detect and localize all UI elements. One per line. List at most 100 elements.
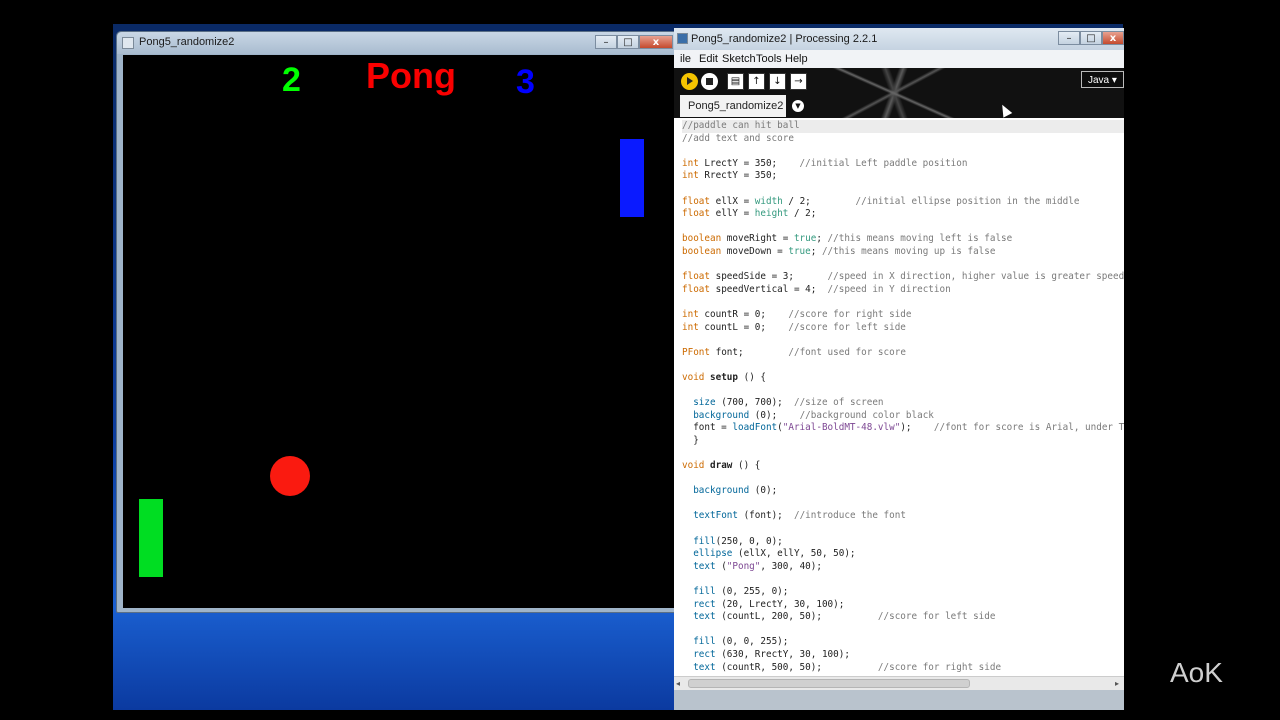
code-line[interactable] <box>682 334 1124 347</box>
code-token: float <box>682 208 710 220</box>
save-sketch-button[interactable]: ↓ <box>769 73 786 90</box>
code-token: //this means moving left is false <box>827 233 1013 245</box>
minimize-icon[interactable]: – <box>595 35 617 49</box>
code-line[interactable]: ellipse (ellX, ellY, 50, 50); <box>682 548 1124 561</box>
code-line[interactable]: float speedVertical = 4; //speed in Y di… <box>682 284 1124 297</box>
code-line[interactable]: text (countL, 200, 50); //score for left… <box>682 611 1124 624</box>
open-sketch-button[interactable]: ↑ <box>748 73 765 90</box>
code-line[interactable]: float ellX = width / 2; //initial ellips… <box>682 196 1124 209</box>
code-line[interactable]: rect (630, RrectY, 30, 100); <box>682 649 1124 662</box>
code-line[interactable] <box>682 145 1124 158</box>
code-line[interactable] <box>682 259 1124 272</box>
code-token: boolean <box>682 245 722 257</box>
close-icon[interactable]: x <box>1102 31 1124 45</box>
horizontal-scrollbar[interactable]: ◂ ▸ <box>674 676 1124 691</box>
code-line[interactable]: int countR = 0; //score for right side <box>682 309 1124 322</box>
code-line[interactable]: font = loadFont("Arial-BoldMT-48.vlw"); … <box>682 422 1124 435</box>
maximize-icon[interactable]: □ <box>617 35 639 49</box>
code-line[interactable] <box>682 447 1124 460</box>
code-line[interactable]: size (700, 700); //size of screen <box>682 397 1124 410</box>
code-line[interactable]: int RrectY = 350; <box>682 170 1124 183</box>
code-token: ellipse <box>693 548 733 560</box>
code-token: (0, 255, 0); <box>715 585 789 597</box>
code-line[interactable] <box>682 384 1124 397</box>
menu-sketch[interactable]: Sketch <box>722 53 756 65</box>
code-token: //paddle can hit ball <box>682 120 800 131</box>
code-token: boolean <box>682 233 722 245</box>
code-token: PFont <box>682 346 710 358</box>
code-line[interactable] <box>682 523 1124 536</box>
code-line[interactable]: PFont font; //font used for score <box>682 347 1124 360</box>
code-token: //initial ellipse position in the middle <box>855 195 1080 207</box>
code-line[interactable]: fill (0, 0, 255); <box>682 636 1124 649</box>
scroll-right-icon[interactable]: ▸ <box>1115 679 1119 688</box>
code-line[interactable] <box>682 473 1124 486</box>
ide-titlebar[interactable]: Pong5_randomize2 | Processing 2.2.1 – □ … <box>674 28 1124 50</box>
code-token: fill <box>693 585 716 597</box>
code-line[interactable] <box>682 359 1124 372</box>
code-line[interactable]: background (0); <box>682 485 1124 498</box>
code-line[interactable]: //paddle can hit ball <box>682 120 1124 133</box>
tab-sketch[interactable]: Pong5_randomize2 <box>680 95 786 117</box>
code-line[interactable] <box>682 183 1124 196</box>
menu-edit[interactable]: Edit <box>699 53 718 65</box>
stop-button[interactable] <box>701 73 718 90</box>
sketch-titlebar[interactable]: Pong5_randomize2 – □ x <box>117 32 678 54</box>
code-line[interactable]: int countL = 0; //score for left side <box>682 322 1124 335</box>
code-text[interactable]: //paddle can hit ball //add text and scor… <box>682 120 1124 674</box>
menu-tools[interactable]: Tools <box>756 53 782 65</box>
code-line[interactable]: text (countR, 500, 50); //score for righ… <box>682 662 1124 675</box>
code-token: float <box>682 271 710 283</box>
code-token: font = <box>682 422 733 434</box>
code-line[interactable] <box>682 498 1124 511</box>
code-line[interactable] <box>682 624 1124 637</box>
code-token: background <box>693 409 750 421</box>
game-canvas[interactable]: 2 Pong 3 <box>123 55 674 608</box>
minimize-icon[interactable]: – <box>1058 31 1080 45</box>
code-token: //font used for score <box>788 346 906 358</box>
tab-menu-arrow-icon[interactable]: ▼ <box>792 100 804 112</box>
code-line[interactable] <box>682 221 1124 234</box>
code-line[interactable]: } <box>682 435 1124 448</box>
new-sketch-button[interactable]: ▤ <box>727 73 744 90</box>
code-line[interactable]: boolean moveRight = true; //this means m… <box>682 233 1124 246</box>
code-line[interactable]: float speedSide = 3; //speed in X direct… <box>682 271 1124 284</box>
code-line[interactable]: int LrectY = 350; //initial Left paddle … <box>682 158 1124 171</box>
code-token: LrectY = 350; <box>698 157 800 169</box>
code-token: //introduce the font <box>793 510 906 522</box>
mode-selector[interactable]: Java ▾ <box>1081 71 1124 88</box>
code-line[interactable]: background (0); //background color black <box>682 410 1124 423</box>
code-editor[interactable]: //paddle can hit ball //add text and scor… <box>674 118 1124 688</box>
code-line[interactable]: boolean moveDown = true; //this means mo… <box>682 246 1124 259</box>
code-token: float <box>682 283 710 295</box>
menu-help[interactable]: Help <box>785 53 808 65</box>
code-line[interactable]: text ("Pong", 300, 40); <box>682 561 1124 574</box>
code-line[interactable]: textFont (font); //introduce the font <box>682 510 1124 523</box>
run-button[interactable] <box>681 73 698 90</box>
code-token: (20, LrectY, 30, 100); <box>715 598 845 610</box>
code-token: ellY = <box>710 208 755 220</box>
code-line[interactable]: void setup () { <box>682 372 1124 385</box>
close-icon[interactable]: x <box>639 35 673 49</box>
menu-file[interactable]: ile <box>680 53 691 65</box>
code-line[interactable]: fill(250, 0, 0); <box>682 536 1124 549</box>
stop-icon <box>706 78 713 85</box>
code-line[interactable]: float ellY = height / 2; <box>682 208 1124 221</box>
code-token: fill <box>693 636 716 648</box>
code-line[interactable] <box>682 296 1124 309</box>
code-line[interactable]: rect (20, LrectY, 30, 100); <box>682 599 1124 612</box>
code-token: width <box>754 195 783 207</box>
export-button[interactable]: → <box>790 73 807 90</box>
game-title: Pong <box>366 55 456 96</box>
code-line[interactable] <box>682 573 1124 586</box>
code-token: rect <box>693 598 716 610</box>
code-line[interactable]: //add text and score <box>682 133 1124 146</box>
maximize-icon[interactable]: □ <box>1080 31 1102 45</box>
code-line[interactable]: void draw () { <box>682 460 1124 473</box>
scrollbar-thumb[interactable] <box>688 679 970 688</box>
code-line[interactable]: fill (0, 255, 0); <box>682 586 1124 599</box>
code-token: text <box>693 611 716 623</box>
scroll-left-icon[interactable]: ◂ <box>676 679 680 688</box>
